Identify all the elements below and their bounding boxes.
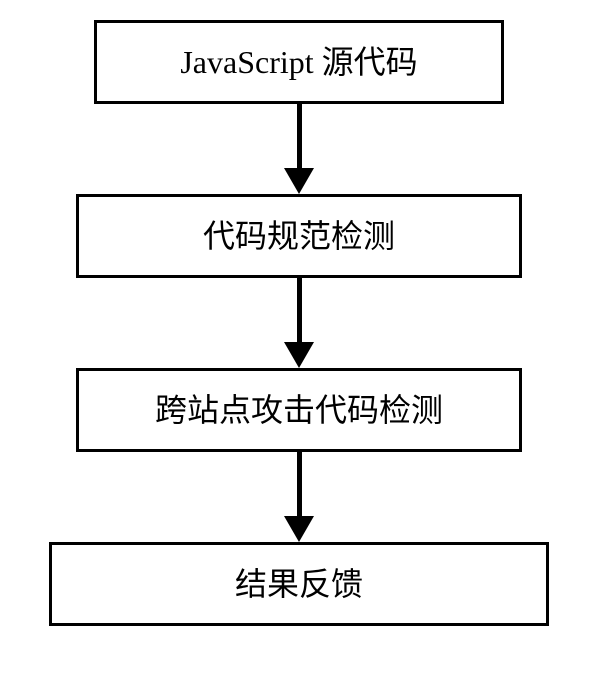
step-box-code-spec-check: 代码规范检测 bbox=[76, 194, 522, 278]
step-box-source-code: JavaScript 源代码 bbox=[94, 20, 504, 104]
arrow-line bbox=[297, 452, 302, 516]
arrow-down-icon bbox=[284, 104, 314, 194]
arrow-down-icon bbox=[284, 278, 314, 368]
arrow-head bbox=[284, 516, 314, 542]
step-label: JavaScript 源代码 bbox=[180, 46, 417, 78]
step-box-xss-check: 跨站点攻击代码检测 bbox=[76, 368, 522, 452]
step-label: 跨站点攻击代码检测 bbox=[155, 394, 443, 426]
step-label: 代码规范检测 bbox=[203, 220, 395, 252]
arrow-head bbox=[284, 342, 314, 368]
arrow-line bbox=[297, 278, 302, 342]
arrow-line bbox=[297, 104, 302, 168]
arrow-down-icon bbox=[284, 452, 314, 542]
arrow-head bbox=[284, 168, 314, 194]
flowchart-container: JavaScript 源代码 代码规范检测 跨站点攻击代码检测 结果反馈 bbox=[0, 20, 598, 626]
step-box-result-feedback: 结果反馈 bbox=[49, 542, 549, 626]
step-label: 结果反馈 bbox=[235, 568, 363, 600]
